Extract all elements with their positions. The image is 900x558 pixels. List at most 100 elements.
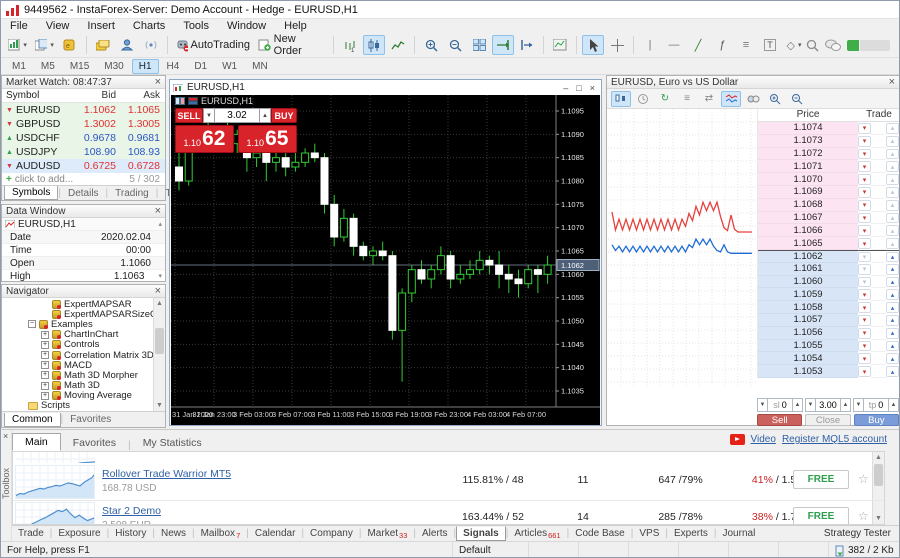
auto-scroll-button[interactable] [492, 35, 514, 55]
free-button[interactable]: FREE [793, 470, 849, 489]
sell-at-price-button[interactable]: ▾ [858, 353, 871, 364]
zoom-in-button[interactable] [420, 35, 442, 55]
chart-shift-button[interactable] [516, 35, 538, 55]
buy-at-price-button[interactable]: ▴ [886, 238, 899, 249]
toolbox-tab-articles[interactable]: Articles661 [508, 527, 566, 541]
dom-close-button[interactable]: Close [805, 414, 850, 426]
dom-orders-button[interactable]: ⇄ [699, 91, 719, 107]
sell-at-price-button[interactable]: ▾ [858, 315, 871, 326]
toolbox-tab-calendar[interactable]: Calendar [249, 527, 302, 540]
sell-at-price-button[interactable]: ▾ [858, 213, 871, 224]
chat-icon[interactable] [825, 39, 841, 52]
maximize-icon[interactable]: □ [576, 83, 581, 93]
sell-at-price-button[interactable]: ▾ [858, 277, 871, 288]
navigator-item[interactable]: ExpertMAPSAR [2, 299, 153, 309]
chart-window-button[interactable] [549, 35, 571, 55]
timeframe-m5[interactable]: M5 [34, 59, 62, 74]
close-icon[interactable]: × [3, 431, 8, 441]
market-watch-row[interactable]: ▼GBPUSD1.30021.3005 [2, 117, 165, 131]
cursor-tool-button[interactable] [582, 35, 604, 55]
favorite-star-icon[interactable]: ☆ [858, 509, 869, 523]
signal-row[interactable]: Rollover Trade Warrior MT5168.78 USD115.… [13, 464, 884, 500]
youtube-icon[interactable] [730, 434, 745, 445]
navigator-item[interactable]: +ChartInChart [2, 330, 153, 340]
line-chart-mode-button[interactable] [387, 35, 409, 55]
buy-at-price-button[interactable]: ▴ [886, 213, 899, 224]
timeframe-m15[interactable]: M15 [63, 59, 96, 74]
profiles-button[interactable]: ▾ [32, 35, 57, 55]
scroll-up-icon[interactable]: ▲ [873, 452, 884, 463]
buy-at-price-button[interactable]: ▴ [886, 353, 899, 364]
buy-at-price-button[interactable]: ▴ [886, 289, 899, 300]
timeframe-d1[interactable]: D1 [187, 59, 214, 74]
signal-name-link[interactable]: Rollover Trade Warrior MT5 [102, 468, 231, 480]
sl-increase-button[interactable]: ▲ [792, 398, 803, 412]
expand-icon[interactable]: + [41, 371, 49, 379]
toolbox-tab-vps[interactable]: VPS [633, 527, 665, 540]
buy-at-price-button[interactable]: ▴ [886, 136, 899, 147]
volume-increase-button[interactable]: ▲ [259, 108, 271, 123]
dom-depth-button[interactable]: ≡ [677, 91, 697, 107]
expand-icon[interactable]: + [41, 382, 49, 390]
status-profile-cell[interactable]: Default [453, 542, 529, 558]
toolbox-tab-journal[interactable]: Journal [717, 527, 762, 540]
expand-icon[interactable]: + [41, 392, 49, 400]
shapes-tool-button[interactable]: ◇ ▾ [783, 35, 805, 55]
collapse-icon[interactable]: − [28, 320, 36, 328]
navigator-item[interactable]: Scripts [2, 401, 153, 411]
channel-tool-button[interactable]: ≡ [735, 35, 757, 55]
signals-tab-main[interactable]: Main [12, 433, 61, 451]
navigator-tab-favorites[interactable]: Favorites [63, 413, 118, 426]
expand-icon[interactable]: + [41, 361, 49, 369]
timeframe-w1[interactable]: W1 [215, 59, 244, 74]
scrollbar-thumb[interactable] [155, 328, 164, 354]
scroll-up-icon[interactable]: ▲ [154, 298, 165, 309]
dom-grouped-button[interactable] [743, 91, 763, 107]
navigator-item[interactable]: +Math 3D Morpher [2, 370, 153, 380]
dom-chart-mode-button[interactable] [611, 91, 631, 107]
toolbox-tab-market[interactable]: Market33 [361, 527, 413, 541]
sl-spinner[interactable]: ▼ sl0 ▲ [757, 398, 803, 412]
close-icon[interactable]: × [155, 206, 161, 216]
fibonacci-tool-button[interactable]: ƒ [711, 35, 733, 55]
bar-chart-mode-button[interactable]: 1 [339, 35, 361, 55]
signal-name-link[interactable]: Star 2 Demo [102, 505, 161, 517]
close-icon[interactable]: × [590, 83, 595, 93]
market-watch-row[interactable]: ▲USDJPY108.90108.93 [2, 145, 165, 159]
sell-at-price-button[interactable]: ▾ [858, 187, 871, 198]
menu-help[interactable]: Help [275, 20, 316, 32]
autotrading-button[interactable]: AutoTrading [173, 35, 253, 55]
dom-tick-chart-button[interactable] [721, 91, 741, 107]
signals-tab-my-statistics[interactable]: My Statistics [131, 435, 214, 451]
sell-at-price-button[interactable]: ▾ [858, 264, 871, 275]
sell-at-price-button[interactable]: ▾ [858, 136, 871, 147]
buy-at-price-button[interactable]: ▴ [886, 123, 899, 134]
close-icon[interactable]: × [889, 77, 895, 87]
sell-at-price-button[interactable]: ▾ [858, 238, 871, 249]
signals-radio-button[interactable] [140, 35, 162, 55]
tp-decrease-button[interactable]: ▼ [853, 398, 864, 412]
expand-icon[interactable]: + [41, 331, 49, 339]
sell-price-box[interactable]: 1.10 62 [175, 125, 234, 153]
buy-at-price-button[interactable]: ▴ [886, 200, 899, 211]
candlestick-chart-canvas[interactable]: EURUSD,H1 SELL ▼ 3.02 ▲ BUY 1.10 62 1.10 [171, 95, 600, 425]
new-chart-button[interactable]: ▾ [5, 35, 30, 55]
volume-decrease-button[interactable]: ▼ [805, 398, 816, 412]
buy-at-price-button[interactable]: ▴ [886, 264, 899, 275]
buy-price-box[interactable]: 1.10 65 [238, 125, 297, 153]
volume-increase-button[interactable]: ▲ [840, 398, 851, 412]
toolbox-tab-news[interactable]: News [155, 527, 192, 540]
candlestick-mode-button[interactable] [363, 35, 385, 55]
buy-at-price-button[interactable]: ▴ [886, 315, 899, 326]
buy-at-price-button[interactable]: ▴ [886, 366, 899, 377]
navigator-item[interactable]: +Moving Average [2, 391, 153, 401]
toolbox-tab-history[interactable]: History [109, 527, 152, 540]
search-icon[interactable] [806, 39, 819, 52]
sell-at-price-button[interactable]: ▾ [858, 302, 871, 313]
timeframe-m30[interactable]: M30 [97, 59, 130, 74]
sell-at-price-button[interactable]: ▾ [858, 328, 871, 339]
toolbox-tab-signals[interactable]: Signals [456, 526, 506, 541]
buy-at-price-button[interactable]: ▴ [886, 252, 899, 262]
menu-tools[interactable]: Tools [174, 20, 218, 32]
toolbox-tab-experts[interactable]: Experts [668, 527, 714, 540]
